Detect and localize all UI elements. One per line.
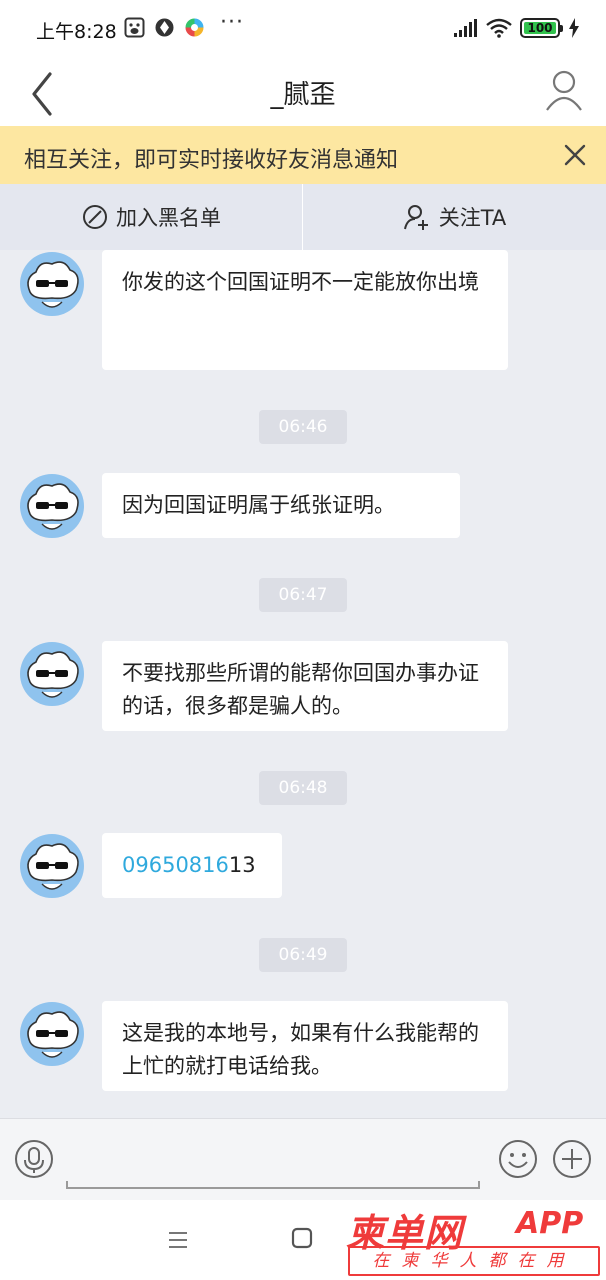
input-bar	[0, 1118, 606, 1200]
add-user-icon	[403, 205, 428, 230]
cloud-face-avatar-icon	[27, 1011, 79, 1058]
watermark-app: APP	[516, 1206, 584, 1241]
signal-icon	[454, 19, 477, 37]
timestamp: 06:49	[259, 938, 347, 972]
follow-button[interactable]: 关注TA	[303, 184, 606, 250]
status-bar: 上午8:28 ··· 100	[0, 0, 606, 58]
menu-icon[interactable]	[166, 1228, 190, 1252]
app-icon	[155, 18, 174, 37]
chat-header: _腻歪	[0, 58, 606, 126]
battery-cap	[560, 25, 563, 32]
block-icon	[83, 205, 107, 229]
notice-text: 相互关注，即可实时接收好友消息通知	[24, 148, 399, 173]
cloud-face-avatar-icon	[27, 843, 79, 890]
blacklist-label: 加入黑名单	[116, 206, 221, 230]
input-underline	[66, 1187, 480, 1189]
timestamp: 06:48	[259, 771, 347, 805]
follow-label: 关注TA	[438, 206, 507, 230]
status-time: 上午8:28	[36, 21, 117, 43]
action-bar: 加入黑名单 关注TA	[0, 184, 606, 250]
avatar[interactable]	[20, 834, 84, 898]
message-text: 这是我的本地号，如果有什么我能帮的上忙的就打电话给我。	[122, 1021, 479, 1078]
message-bubble[interactable]: 你发的这个回国证明不一定能放你出境	[102, 250, 508, 370]
wifi-icon	[486, 18, 512, 38]
message-text: 不要找那些所谓的能帮你回国办事办证的话，很多都是骗人的。	[122, 661, 479, 718]
avatar[interactable]	[20, 474, 84, 538]
message-bubble[interactable]: 因为回国证明属于纸张证明。	[102, 473, 460, 538]
status-notification-icons	[124, 17, 205, 38]
message-bubble[interactable]: 0965081613	[102, 833, 282, 898]
microphone-icon[interactable]	[14, 1139, 54, 1179]
avatar[interactable]	[20, 252, 84, 316]
message-text: 因为回国证明属于纸张证明。	[122, 493, 395, 517]
phone-number-link[interactable]: 09650816	[122, 853, 229, 877]
close-icon[interactable]	[560, 140, 590, 170]
message-text: 13	[228, 853, 256, 877]
smiley-icon[interactable]	[498, 1139, 538, 1179]
watermark-slogan: 在柬华人都在用	[348, 1246, 600, 1276]
user-icon[interactable]	[544, 68, 584, 112]
input-tick-left	[66, 1181, 68, 1189]
avatar[interactable]	[20, 642, 84, 706]
cloud-face-avatar-icon	[27, 651, 79, 698]
action-divider	[302, 184, 303, 250]
timestamp: 06:47	[259, 578, 347, 612]
plus-circle-icon[interactable]	[552, 1139, 592, 1179]
cloud-face-avatar-icon	[27, 261, 79, 308]
message-bubble[interactable]: 不要找那些所谓的能帮你回国办事办证的话，很多都是骗人的。	[102, 641, 508, 731]
follow-notice-banner: 相互关注，即可实时接收好友消息通知	[0, 126, 606, 184]
app-color-icon	[185, 18, 204, 37]
input-tick-right	[478, 1181, 480, 1189]
baidu-icon	[124, 17, 145, 38]
avatar[interactable]	[20, 1002, 84, 1066]
message-input[interactable]	[66, 1131, 480, 1189]
status-more-dots: ···	[220, 10, 244, 35]
timestamp: 06:46	[259, 410, 347, 444]
system-nav-bar: 柬单网 APP 在柬华人都在用	[0, 1200, 606, 1280]
battery-text: 100	[527, 21, 553, 35]
charging-icon	[569, 18, 579, 38]
status-system-icons: 100	[454, 18, 580, 38]
watermark: 柬单网 APP 在柬华人都在用	[346, 1200, 604, 1280]
square-icon[interactable]	[290, 1226, 314, 1250]
add-to-blacklist-button[interactable]: 加入黑名单	[0, 184, 303, 250]
battery-icon: 100	[520, 18, 563, 38]
cloud-face-avatar-icon	[27, 483, 79, 530]
message-bubble[interactable]: 这是我的本地号，如果有什么我能帮的上忙的就打电话给我。	[102, 1001, 508, 1091]
message-text: 你发的这个回国证明不一定能放你出境	[122, 270, 479, 294]
page-title: _腻歪	[270, 80, 336, 110]
